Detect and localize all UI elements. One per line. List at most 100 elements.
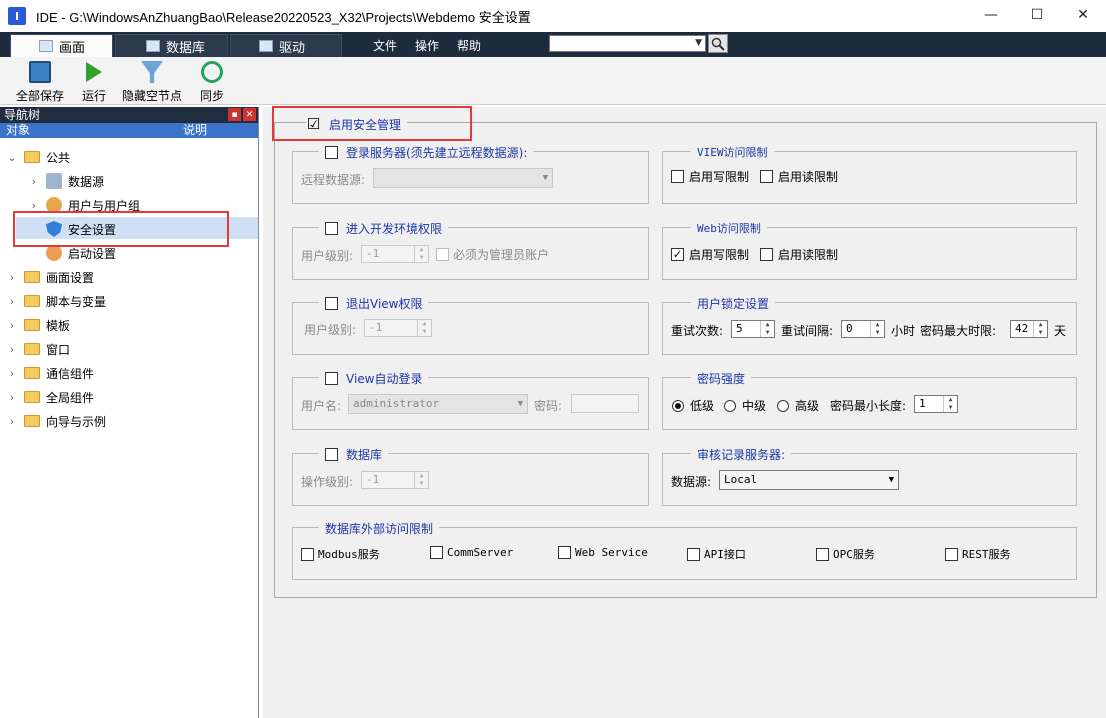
ext-webservice-checkbox[interactable]: Web Service — [558, 546, 648, 559]
tab-database[interactable]: 数据库 — [115, 34, 228, 57]
login-server-checkbox[interactable] — [325, 146, 338, 159]
web-read-limit-checkbox[interactable]: 启用读限制 — [760, 246, 838, 263]
highlight-box-enable — [272, 106, 472, 141]
sync-icon — [201, 61, 223, 83]
window-title: IDE - G:\WindowsAnZhuangBao\Release20220… — [36, 9, 531, 25]
days-unit: 天 — [1054, 324, 1067, 338]
retry-interval-label: 重试间隔: — [781, 324, 834, 338]
title-bar: I IDE - G:\WindowsAnZhuangBao\Release202… — [0, 0, 1106, 32]
strength-high-radio[interactable]: 高级 — [777, 397, 819, 414]
auto-login-password-label: 密码: — [534, 399, 563, 413]
menu-operate[interactable]: 操作 — [415, 37, 439, 54]
retry-count-stepper[interactable]: 5 ▲ ▼ — [731, 320, 775, 338]
driver-icon — [259, 40, 273, 52]
web-write-limit-checkbox[interactable]: ✓ 启用写限制 — [671, 246, 749, 263]
exit-view-level-stepper[interactable]: -1 ▲ ▼ — [364, 319, 432, 337]
run-icon — [86, 62, 102, 82]
auto-login-user-select[interactable]: administrator ▼ — [348, 394, 528, 414]
folder-icon — [24, 343, 40, 355]
folder-icon — [24, 367, 40, 379]
search-combo[interactable]: ▼ — [549, 35, 706, 52]
pin-icon[interactable]: ▪ — [228, 108, 241, 121]
hours-unit: 小时 — [891, 324, 916, 338]
menu-help[interactable]: 帮助 — [457, 37, 481, 54]
exit-view-level-label: 用户级别: — [304, 323, 357, 337]
save-all-button[interactable]: 全部保存 — [16, 61, 64, 104]
database-checkbox[interactable] — [325, 448, 338, 461]
screen-icon — [39, 40, 53, 52]
exit-view-checkbox[interactable] — [325, 297, 338, 310]
tree-item-comm[interactable]: › 通信组件 — [6, 362, 94, 384]
tree-item-datasource[interactable]: › 数据源 — [28, 170, 104, 192]
view-read-limit-checkbox[interactable]: 启用读限制 — [760, 168, 838, 185]
ext-rest-checkbox[interactable]: REST服务 — [945, 546, 1011, 562]
auto-login-password-field[interactable] — [571, 394, 639, 413]
database-level-label: 操作级别: — [301, 475, 354, 489]
folder-icon — [24, 415, 40, 427]
nav-column-header: 对象 说明 — [0, 123, 258, 138]
chevron-right-icon: › — [9, 390, 15, 404]
strength-low-radio[interactable]: 低级 — [672, 397, 714, 414]
tree-item-common[interactable]: ⌄ 公共 — [6, 146, 70, 168]
ext-commserver-checkbox[interactable]: CommServer — [430, 546, 513, 559]
search-button[interactable] — [708, 34, 728, 53]
chevron-right-icon: › — [9, 318, 15, 332]
check-icon: ✓ — [671, 248, 684, 261]
save-icon — [29, 61, 51, 83]
ext-api-checkbox[interactable]: API接口 — [687, 546, 746, 562]
sync-button[interactable]: 同步 — [200, 61, 224, 104]
search-icon — [711, 37, 725, 51]
chevron-right-icon: › — [9, 414, 15, 428]
dev-env-level-label: 用户级别: — [301, 249, 354, 263]
strength-mid-radio[interactable]: 中级 — [724, 397, 766, 414]
chevron-right-icon: › — [9, 366, 15, 380]
folder-icon — [24, 295, 40, 307]
close-icon[interactable]: ✕ — [243, 108, 256, 121]
auto-login-user-label: 用户名: — [301, 399, 342, 413]
database-icon — [146, 40, 160, 52]
dev-env-level-stepper[interactable]: -1 ▲ ▼ — [361, 245, 429, 263]
toolbar: 全部保存 运行 隐藏空节点 同步 — [0, 57, 1106, 105]
tree-item-scripts[interactable]: › 脚本与变量 — [6, 290, 106, 312]
chevron-down-icon: ▼ — [517, 399, 523, 409]
min-length-label: 密码最小长度: — [830, 399, 907, 413]
min-length-stepper[interactable]: 1 ▲ ▼ — [914, 395, 958, 413]
remote-ds-select[interactable]: ▼ — [373, 168, 553, 188]
tab-driver[interactable]: 驱动 — [230, 34, 342, 57]
chevron-right-icon: › — [9, 342, 15, 356]
folder-icon — [24, 319, 40, 331]
database-level-stepper[interactable]: -1 ▲ ▼ — [361, 471, 429, 489]
admin-required-checkbox[interactable]: 必须为管理员账户 — [436, 246, 549, 263]
folder-icon — [24, 271, 40, 283]
tab-screen[interactable]: 画面 — [10, 34, 113, 57]
auto-login-checkbox[interactable] — [325, 372, 338, 385]
folder-icon — [24, 151, 40, 163]
run-button[interactable]: 运行 — [82, 61, 106, 104]
folder-icon — [24, 391, 40, 403]
dev-env-checkbox[interactable] — [325, 222, 338, 235]
close-button[interactable]: ✕ — [1060, 0, 1106, 30]
audit-ds-select[interactable]: Local ▼ — [719, 470, 899, 490]
minimize-button[interactable]: — — [968, 0, 1014, 30]
tree-item-screen-settings[interactable]: › 画面设置 — [6, 266, 94, 288]
view-write-limit-checkbox[interactable]: 启用写限制 — [671, 168, 749, 185]
maximize-button[interactable]: ☐ — [1014, 0, 1060, 30]
ext-modbus-checkbox[interactable]: Modbus服务 — [301, 546, 380, 562]
password-max-age-stepper[interactable]: 42 ▲ ▼ — [1010, 320, 1048, 338]
chevron-down-icon: ▼ — [888, 475, 894, 485]
chevron-right-icon: › — [9, 270, 15, 284]
tree-item-windows[interactable]: › 窗口 — [6, 338, 70, 360]
retry-interval-stepper[interactable]: 0 ▲ ▼ — [841, 320, 885, 338]
tree-item-wizard[interactable]: › 向导与示例 — [6, 410, 106, 432]
startup-icon — [46, 245, 62, 261]
chevron-down-icon: ▼ — [695, 38, 702, 48]
hide-empty-nodes-button[interactable]: 隐藏空节点 — [122, 61, 182, 104]
tree-item-templates[interactable]: › 模板 — [6, 314, 70, 336]
ext-opc-checkbox[interactable]: OPC服务 — [816, 546, 875, 562]
tree-item-global[interactable]: › 全局组件 — [6, 386, 94, 408]
menu-file[interactable]: 文件 — [373, 37, 397, 54]
retry-count-label: 重试次数: — [671, 324, 724, 338]
remote-ds-label: 远程数据源: — [301, 173, 366, 187]
chevron-right-icon: › — [31, 198, 37, 212]
app-icon: I — [8, 7, 26, 25]
